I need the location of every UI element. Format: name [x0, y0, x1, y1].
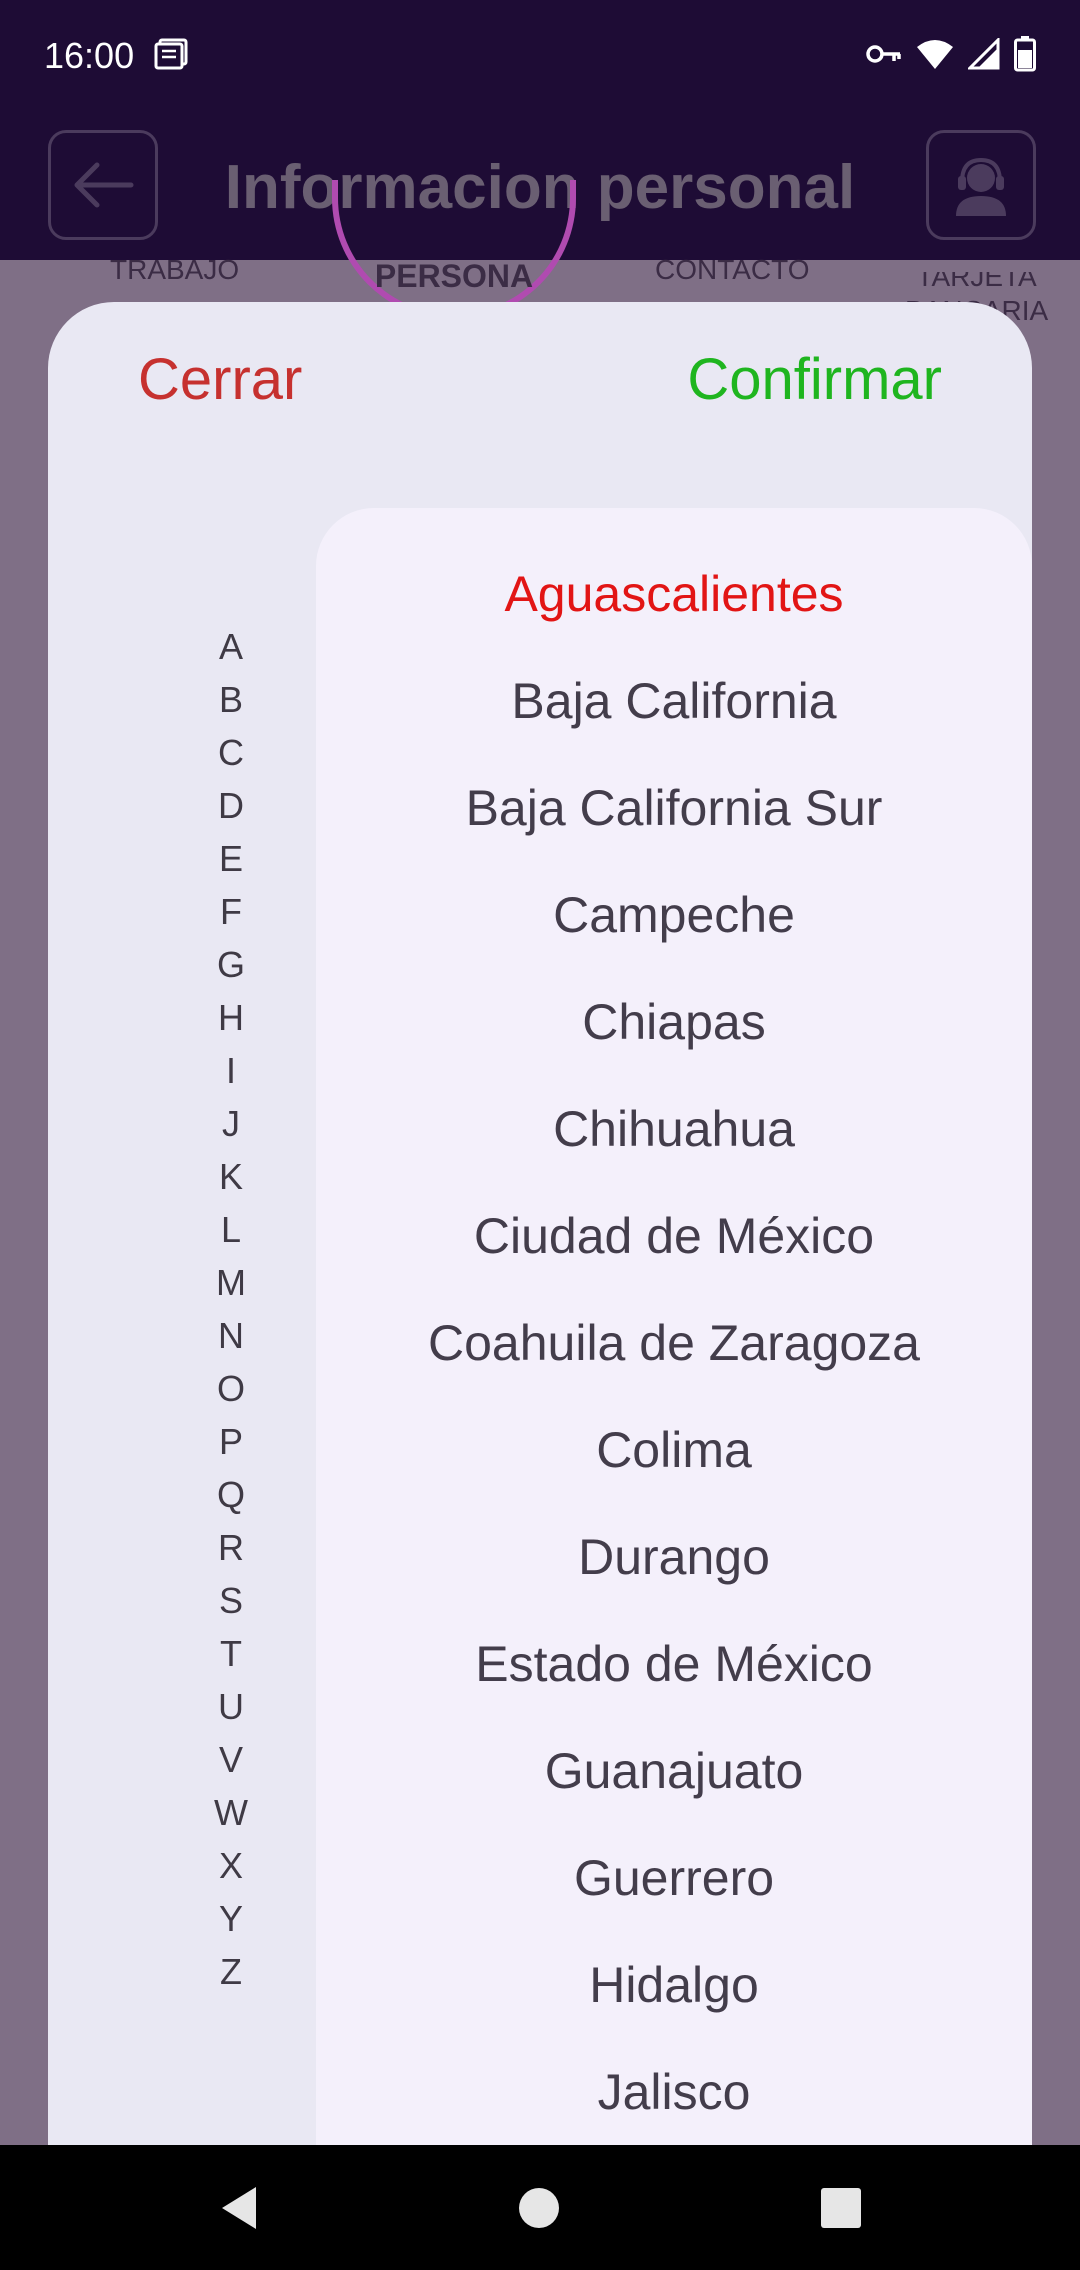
state-list-item[interactable]: Ciudad de México [316, 1182, 1032, 1289]
status-time: 16:00 [44, 35, 135, 76]
state-list-item[interactable]: Hidalgo [316, 1931, 1032, 2038]
step-trabajo: TRABAJO [110, 254, 240, 285]
notification-icon [154, 38, 188, 75]
state-list-item[interactable]: Aguascalientes [316, 540, 1032, 647]
alphabet-letter-j[interactable]: J [222, 1097, 240, 1150]
vpn-key-icon [866, 42, 902, 71]
state-list-item[interactable]: Durango [316, 1503, 1032, 1610]
alphabet-letter-l[interactable]: L [221, 1203, 241, 1256]
alphabet-letter-o[interactable]: O [217, 1362, 245, 1415]
step-contacto: CONTACTO [655, 254, 810, 285]
alphabet-letter-d[interactable]: D [218, 779, 244, 832]
close-button[interactable]: Cerrar [138, 346, 302, 413]
step-persona: PERSONA [374, 258, 534, 294]
alphabet-letter-c[interactable]: C [218, 726, 244, 779]
alphabet-letter-i[interactable]: I [226, 1044, 236, 1097]
state-list-item[interactable]: Guerrero [316, 1824, 1032, 1931]
status-left: 16:00 [44, 35, 188, 77]
state-list-item[interactable]: Jalisco [316, 2038, 1032, 2145]
state-list-item[interactable]: Estado de México [316, 1610, 1032, 1717]
alphabet-letter-h[interactable]: H [218, 991, 244, 1044]
signal-icon [966, 35, 1000, 75]
state-picker-sheet: Cerrar Confirmar ABCDEFGHIJKLMNOPQRSTUVW… [48, 302, 1032, 2145]
alphabet-letter-e[interactable]: E [219, 832, 243, 885]
nav-back-icon[interactable] [214, 2183, 264, 2233]
alphabet-letter-q[interactable]: Q [217, 1468, 245, 1521]
alphabet-letter-p[interactable]: P [219, 1415, 243, 1468]
alphabet-letter-b[interactable]: B [219, 673, 243, 726]
alphabet-letter-g[interactable]: G [217, 938, 245, 991]
alphabet-letter-w[interactable]: W [214, 1786, 248, 1839]
alphabet-letter-m[interactable]: M [216, 1256, 246, 1309]
nav-home-icon[interactable] [514, 2183, 564, 2233]
wifi-icon [916, 38, 954, 75]
support-agent-icon [956, 157, 1006, 216]
nav-recents-icon[interactable] [816, 2183, 866, 2233]
alphabet-letter-z[interactable]: Z [220, 1945, 242, 1998]
state-list-item[interactable]: Campeche [316, 861, 1032, 968]
battery-icon [1014, 35, 1036, 77]
state-list-item[interactable]: Guanajuato [316, 1717, 1032, 1824]
alphabet-letter-s[interactable]: S [219, 1574, 243, 1627]
state-list-item[interactable]: Baja California [316, 647, 1032, 754]
navigation-bar [0, 2145, 1080, 2270]
alphabet-letter-x[interactable]: X [219, 1839, 243, 1892]
alphabet-letter-f[interactable]: F [220, 885, 242, 938]
alphabet-letter-a[interactable]: A [219, 620, 243, 673]
alphabet-letter-n[interactable]: N [218, 1309, 244, 1362]
status-right [866, 35, 1036, 77]
alphabet-letter-k[interactable]: K [219, 1150, 243, 1203]
step-bancaria-line1: TARJETA [916, 272, 1037, 292]
alphabet-index[interactable]: ABCDEFGHIJKLMNOPQRSTUVWXYZ [168, 620, 294, 1998]
state-list-item[interactable]: Coahuila de Zaragoza [316, 1289, 1032, 1396]
state-list-item[interactable]: Chihuahua [316, 1075, 1032, 1182]
alphabet-letter-v[interactable]: V [219, 1733, 243, 1786]
alphabet-letter-u[interactable]: U [218, 1680, 244, 1733]
confirm-button[interactable]: Confirmar [687, 346, 942, 413]
state-list-item[interactable]: Baja California Sur [316, 754, 1032, 861]
status-bar: 16:00 [0, 0, 1080, 112]
state-list[interactable]: Aguascalientes Baja California Baja Califo… [316, 508, 1032, 2145]
support-button[interactable] [926, 130, 1036, 240]
state-list-item[interactable]: Chiapas [316, 968, 1032, 1075]
state-list-item[interactable]: Colima [316, 1396, 1032, 1503]
alphabet-letter-r[interactable]: R [218, 1521, 244, 1574]
alphabet-letter-y[interactable]: Y [219, 1892, 243, 1945]
alphabet-letter-t[interactable]: T [220, 1627, 242, 1680]
